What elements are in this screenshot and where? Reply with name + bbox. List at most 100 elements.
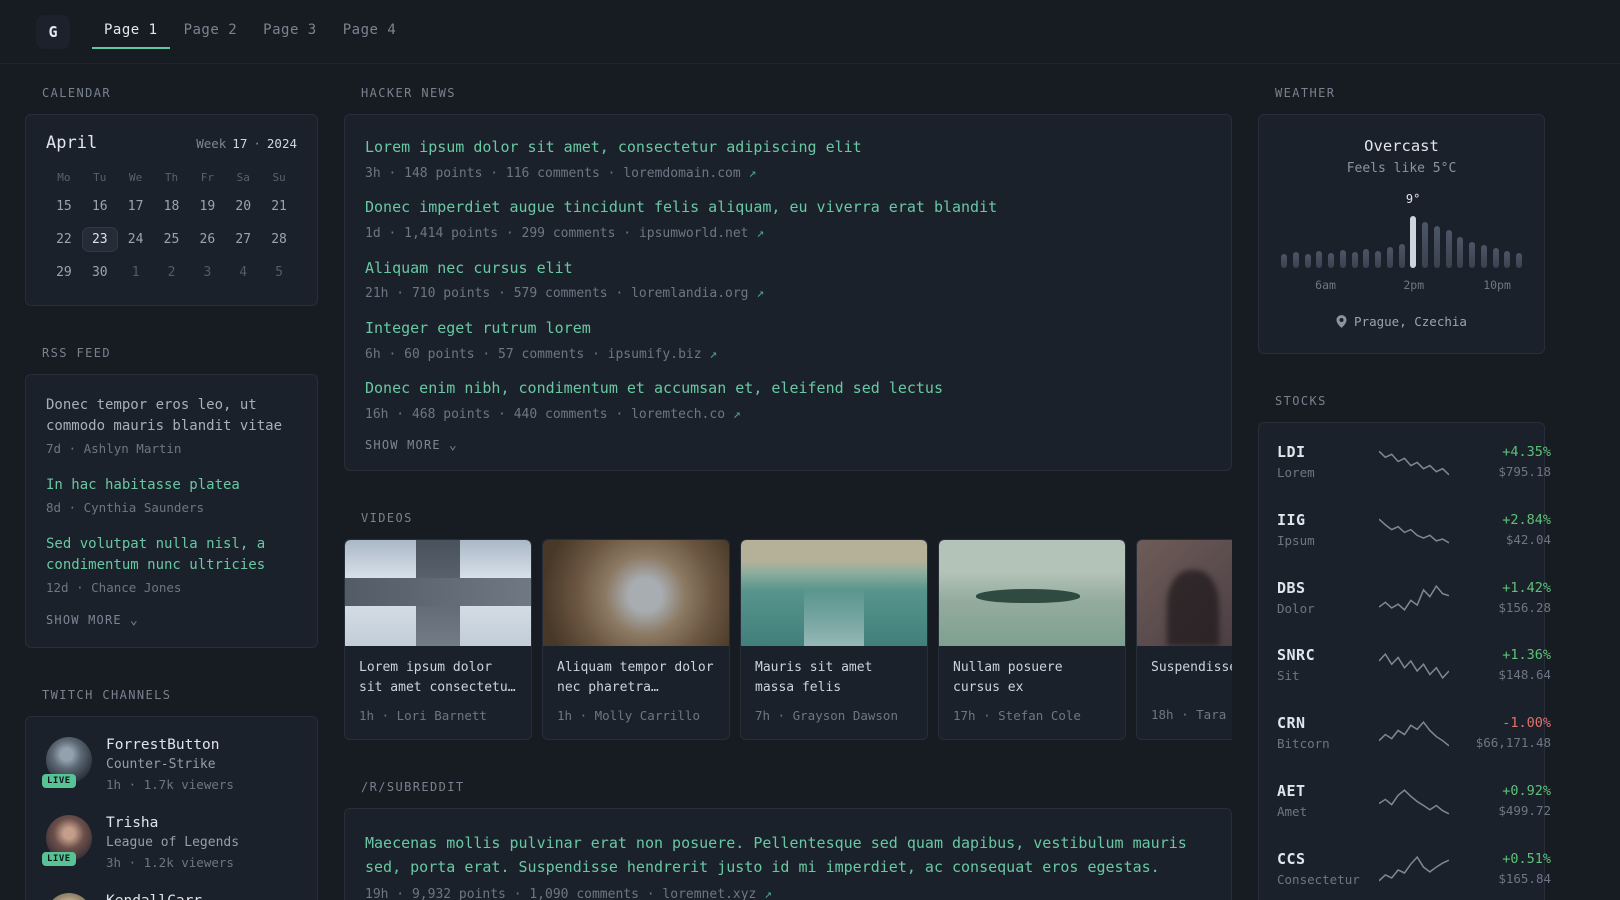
weather-bar [1422,222,1428,268]
weather-bar [1504,251,1511,268]
rss-section-title: RSS FEED [42,346,111,360]
rss-item-title[interactable]: Donec tempor eros leo, ut commodo mauris… [46,395,297,437]
channel-info: KendallCarr [106,893,202,900]
subreddit-widget: /R/SUBREDDIT Maecenas mollis pulvinar er… [344,780,1232,900]
stock-row[interactable]: IIG Ipsum +2.84% $42.04 [1277,497,1551,565]
meta-text: 6h · 60 points · 57 comments · [365,346,608,362]
hackernews-item-title[interactable]: Aliquam nec cursus elit [365,258,1211,280]
stock-row[interactable]: LDI Lorem +4.35% $795.18 [1277,429,1551,497]
calendar-header: April Week 17 · 2024 [46,133,297,153]
weather-bar [1339,250,1346,268]
video-card[interactable]: Mauris sit amet massa felis 7h · Grayson… [740,539,928,741]
twitch-channel[interactable]: LIVE ForrestButton Counter-Strike 1h · 1… [42,737,297,795]
external-link-icon: ↗ [756,226,765,241]
stock-row[interactable]: DBS Dolor +1.42% $156.28 [1277,565,1551,633]
twitch-channel[interactable]: LIVE Trisha League of Legends 3h · 1.2k … [42,815,297,873]
rss-show-more-button[interactable]: SHOW MORE ⌄ [46,613,139,627]
hackernews-item-title[interactable]: Lorem ipsum dolor sit amet, consectetur … [365,137,1211,159]
subreddit-item-title[interactable]: Maecenas mollis pulvinar erat non posuer… [365,831,1211,879]
calendar-day: 5 [275,265,283,280]
stock-symbol: IIG [1277,510,1306,529]
calendar-day: 22 [56,232,72,247]
domain-link[interactable]: loremlandia.org ↗ [631,286,764,301]
stock-row[interactable]: CRN Bitcorn -1.00% $66,171.48 [1277,700,1551,768]
videos-row: Lorem ipsum dolor sit amet consectetu… 1… [344,539,1232,741]
hackernews-item-meta: 21h · 710 points · 579 comments · loreml… [365,284,1211,304]
weather-location: Prague, Czechia [1279,314,1524,329]
domain-text: loremtech.co [631,406,726,422]
week-number: 17 [232,136,248,151]
live-badge: LIVE [42,852,76,866]
stocks-section-title: STOCKS [1275,394,1327,408]
domain-text: ipsumworld.net [638,226,749,241]
video-card[interactable]: Suspendisse diam 18h · Tara [1136,539,1232,741]
weather-widget: WEATHER Overcast Feels like 5°C 9° 6am 2p… [1258,86,1545,354]
videos-widget: VIDEOS Lorem ipsum dolor sit amet consec… [344,511,1232,741]
hackernews-item-title[interactable]: Donec enim nibh, condimentum et accumsan… [365,378,1211,400]
hackernews-show-more-button[interactable]: SHOW MORE ⌄ [365,438,458,452]
channel-viewers: 1h · 1.7k viewers [106,777,234,793]
weather-bar [1480,245,1487,268]
hackernews-item: Lorem ipsum dolor sit amet, consectetur … [365,137,1211,183]
stock-row[interactable]: CCS Consectetur +0.51% $165.84 [1277,836,1551,900]
hackernews-item: Aliquam nec cursus elit 21h · 710 points… [365,258,1211,304]
stock-name: Consectetur [1277,871,1360,887]
rss-item-title[interactable]: In hac habitasse platea [46,475,297,496]
hackernews-item-title[interactable]: Integer eget rutrum lorem [365,318,1211,340]
calendar-day: 28 [271,232,287,247]
stock-symbol: SNRC [1277,646,1316,665]
external-link-icon: ↗ [764,887,772,900]
stock-values: +1.42% $156.28 [1459,580,1551,618]
domain-link[interactable]: loremtech.co ↗ [631,407,741,422]
hackernews-item-meta: 6h · 60 points · 57 comments · ipsumify.… [365,345,1211,365]
video-meta: 1h · Molly Carrillo [557,707,700,723]
stock-symbol: LDI [1277,443,1306,461]
meta-text: 19h · 9,932 points · 1,090 comments · [365,887,663,900]
stock-id: CCS Consectetur [1277,850,1369,890]
stocks-card: LDI Lorem +4.35% $795.18 IIG Ipsum +2.84… [1258,422,1551,900]
domain-link[interactable]: ipsumworld.net ↗ [639,226,764,241]
domain-link[interactable]: ipsumify.biz ↗ [608,347,718,362]
hackernews-item-meta: 16h · 468 points · 440 comments · loremt… [365,405,1211,425]
video-thumbnail [543,540,729,647]
weather-bar [1292,252,1299,268]
stock-values: -1.00% $66,171.48 [1459,715,1551,753]
calendar-day: 19 [199,199,216,214]
calendar-day: 23 [81,227,118,252]
stock-price: $42.04 [1505,531,1551,547]
calendar-widget: CALENDAR April Week 17 · 2024 Mo Tu We Th Fr… [25,86,318,306]
calendar-section-title: CALENDAR [42,86,111,100]
weather-bar [1386,247,1393,268]
calendar-day: 17 [127,199,144,214]
domain-link[interactable]: loremnet.xyz ↗ [662,887,772,900]
weather-peak-label: 9° [1405,192,1421,206]
page-tab[interactable]: Page 2 [172,14,250,49]
hackernews-section-title: HACKER NEWS [361,86,456,100]
weather-bar [1410,216,1417,268]
calendar-day: 20 [235,199,252,214]
video-card[interactable]: Nullam posuere cursus ex 17h · Stefan Co… [938,539,1126,741]
external-link-icon: ↗ [748,165,757,181]
calendar-week-info: Week 17 · 2024 [196,136,297,151]
video-card[interactable]: Lorem ipsum dolor sit amet consectetu… 1… [344,539,532,741]
meta-text: 3h · 148 points · 116 comments · [365,165,624,181]
video-title: Suspendisse diam [1151,660,1232,676]
rss-item-title[interactable]: Sed volutpat nulla nisl, a condimentum n… [46,534,297,576]
stock-row[interactable]: SNRC Sit +1.36% $148.64 [1277,632,1551,700]
day-of-week-label: Sa [236,171,250,184]
stock-id: SNRC Sit [1277,646,1369,686]
video-card[interactable]: Aliquam tempor dolor nec pharetra… 1h · … [542,539,730,741]
stock-name: Dolor [1277,600,1315,616]
domain-link[interactable]: loremdomain.com ↗ [623,166,756,181]
day-of-week-label: Th [164,171,179,184]
twitch-channel[interactable]: KendallCarr [46,892,297,900]
video-thumbnail [741,540,927,647]
page-tab[interactable]: Page 1 [92,14,170,49]
page-tab[interactable]: Page 4 [331,14,409,49]
hackernews-item-title[interactable]: Donec imperdiet augue tincidunt felis al… [365,197,1211,219]
weather-time-label: 6am [1315,278,1336,292]
weather-bar [1398,244,1405,268]
stock-row[interactable]: AET Amet +0.92% $499.72 [1277,768,1551,836]
calendar-day: 29 [56,265,72,280]
page-tab[interactable]: Page 3 [251,14,329,49]
